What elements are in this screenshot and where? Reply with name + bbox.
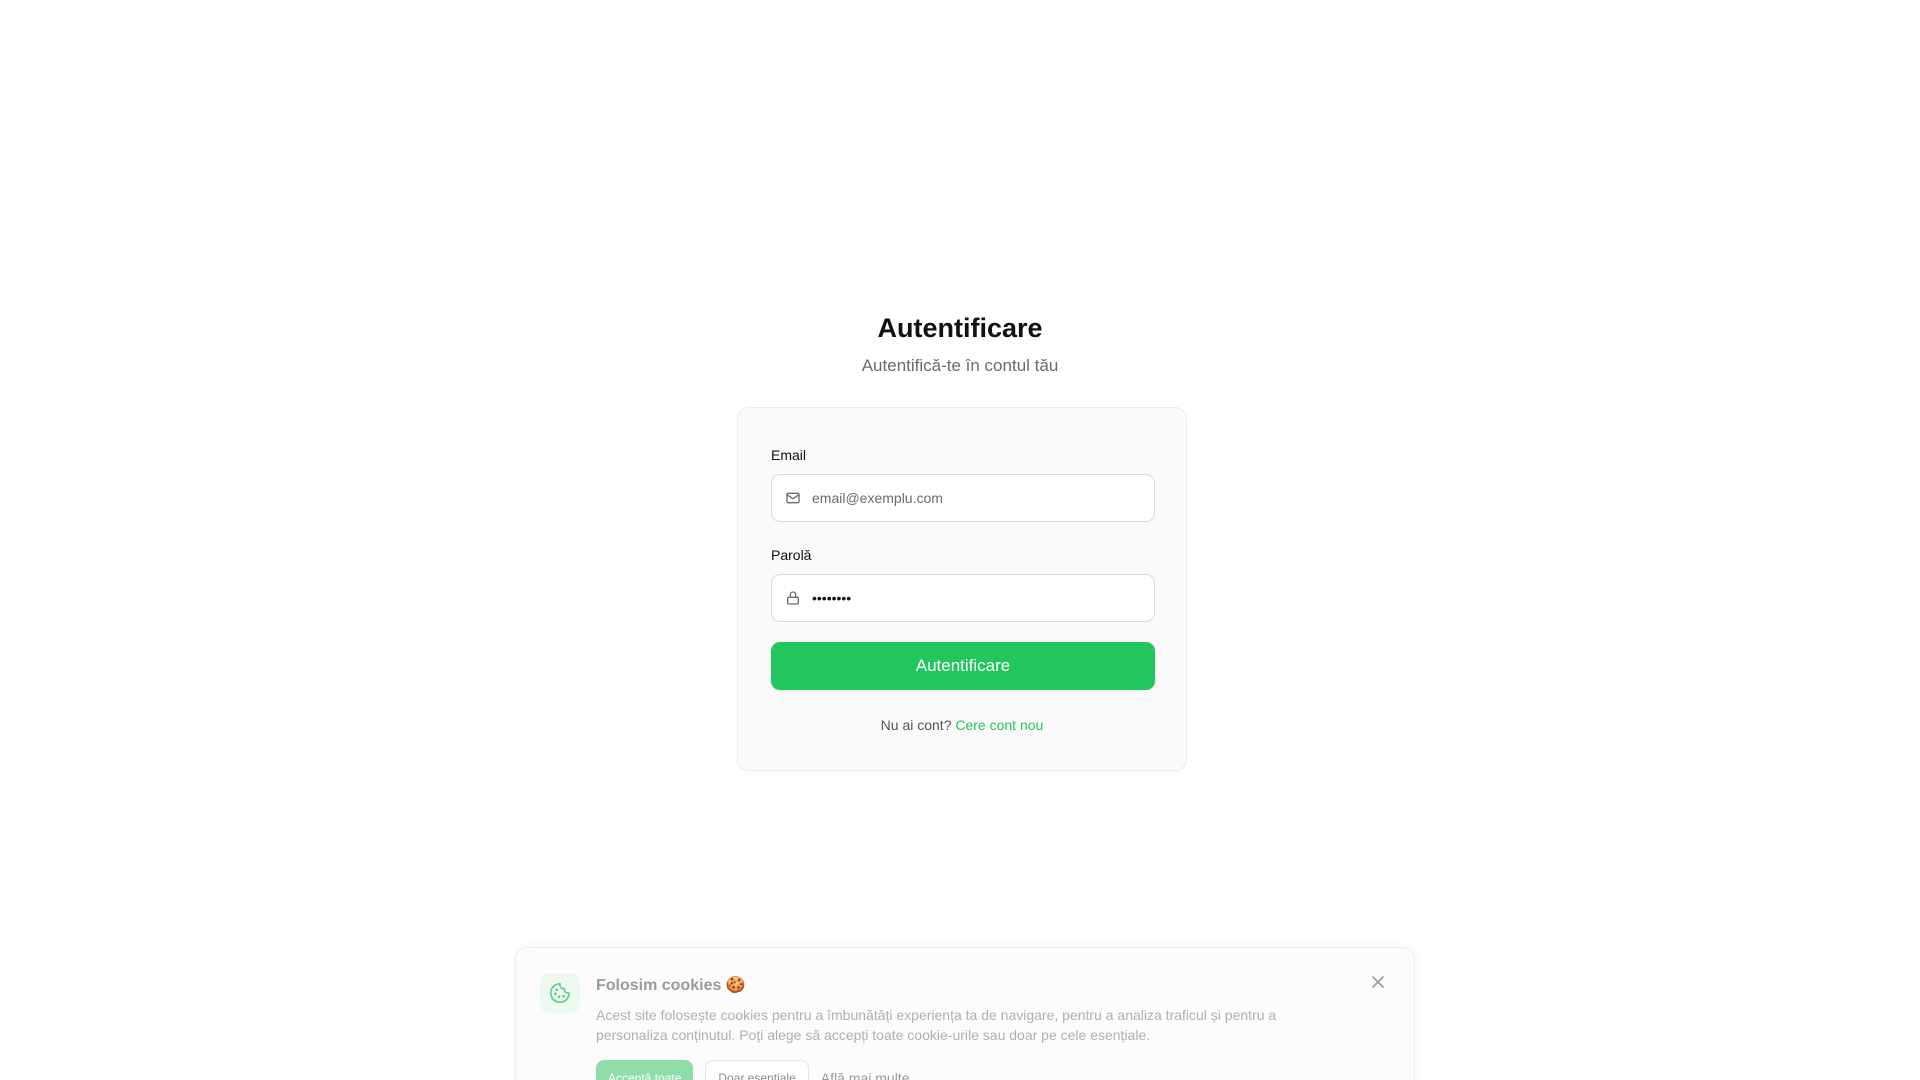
login-page: Autentificare Autentifică-te în contul t…: [0, 0, 1920, 1080]
essential-only-button[interactable]: Doar esențiale: [705, 1060, 809, 1080]
cookie-description: Acest site folosește cookies pentru a îm…: [596, 1007, 1277, 1043]
email-input[interactable]: [812, 483, 1142, 513]
email-label: Email: [771, 447, 807, 463]
login-card: Email Parolă Autentificare Nu ai con: [737, 407, 1187, 771]
lock-icon: [784, 589, 802, 607]
close-icon[interactable]: [1368, 972, 1388, 992]
email-field-wrapper: [771, 474, 1155, 522]
signup-prompt-text: Nu ai cont?: [880, 717, 952, 733]
mail-icon: [784, 489, 802, 507]
cookie-actions: Acceptă toate Doar esențiale Află mai mu…: [596, 1060, 909, 1080]
cookie-icon: [540, 973, 580, 1013]
accept-all-button[interactable]: Acceptă toate: [596, 1060, 694, 1080]
password-input[interactable]: [812, 583, 1142, 613]
signup-prompt: Nu ai cont? Cere cont nou: [738, 717, 1186, 733]
page-title: Autentificare: [877, 313, 1043, 343]
learn-more-link[interactable]: Află mai multe: [821, 1070, 910, 1080]
signup-link[interactable]: Cere cont nou: [955, 717, 1043, 733]
password-field-wrapper: [771, 574, 1155, 622]
page-subtitle: Autentifică-te în contul tău: [861, 356, 1059, 375]
cookie-title: Folosim cookies 🍪: [596, 977, 746, 994]
cookie-banner: Folosim cookies 🍪 Acest site folosește c…: [515, 947, 1415, 1080]
password-label: Parolă: [771, 547, 812, 563]
login-button[interactable]: Autentificare: [771, 642, 1155, 690]
page-header: Autentificare Autentifică-te în contul t…: [0, 310, 1920, 378]
